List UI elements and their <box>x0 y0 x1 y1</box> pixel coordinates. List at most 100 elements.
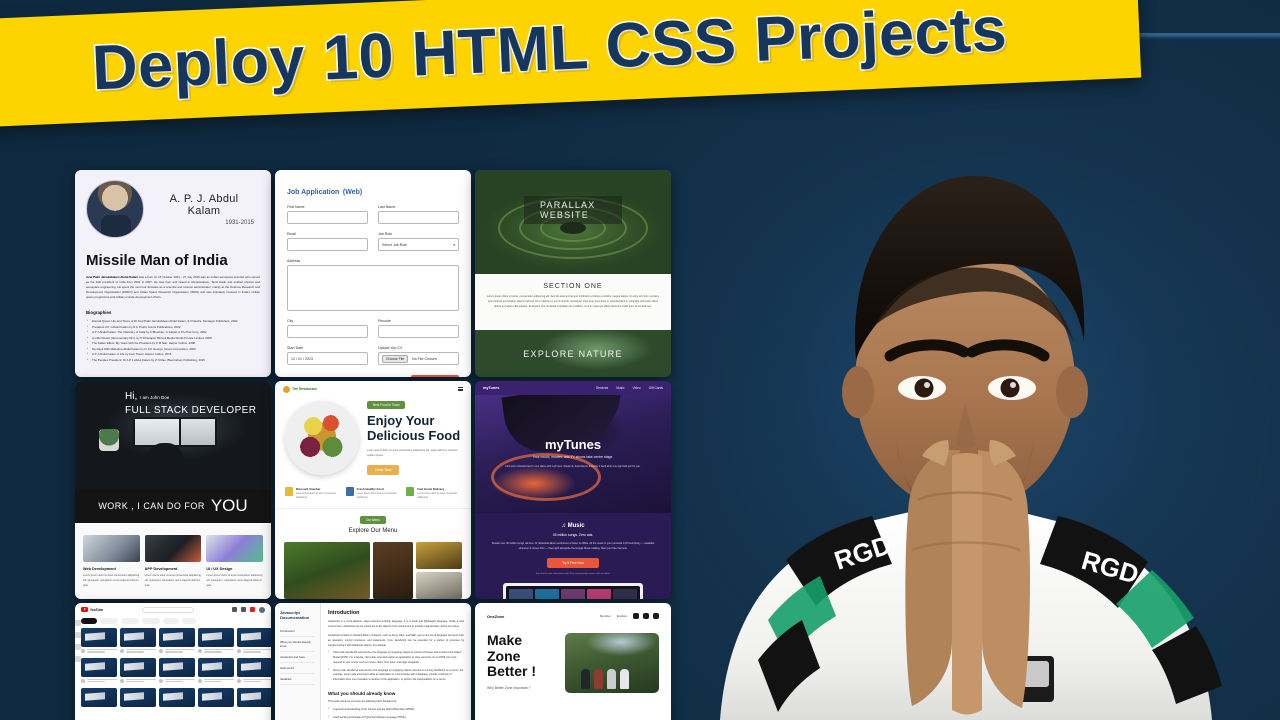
video-title-lines <box>126 649 156 654</box>
job-role-value: Select Job Role <box>382 242 408 247</box>
service-card[interactable]: Web Development Lorem ipsum dolor sit am… <box>83 535 140 593</box>
first-name-input[interactable] <box>287 211 368 224</box>
job-role-select[interactable]: Select Job Role ▾ <box>378 238 459 251</box>
video-card[interactable] <box>159 687 195 707</box>
try-free-button[interactable]: Try It Free Now <box>547 557 599 568</box>
field-first-name: First Name <box>287 205 368 224</box>
hamburger-menu-icon[interactable] <box>458 387 463 391</box>
chip-music[interactable] <box>100 618 118 624</box>
video-card[interactable] <box>81 628 117 654</box>
nav-link-gift-cards[interactable]: Gift Cards <box>649 386 663 390</box>
video-thumbnail <box>237 657 271 677</box>
video-card[interactable] <box>159 657 195 684</box>
restaurant-logo[interactable]: The Restaurant <box>283 385 317 393</box>
restaurant-navbar: The Restaurant <box>275 381 471 397</box>
sidebar-item-javascript-and-java[interactable]: Javascript and Java <box>280 652 315 664</box>
project-card-kalam[interactable]: A. P. J. Abdul Kalam 1931-2015 Missile M… <box>75 170 271 377</box>
choose-file-button[interactable]: Choose File <box>382 354 409 363</box>
apply-now-button[interactable]: Apply Now <box>411 375 459 377</box>
pincode-input[interactable] <box>378 325 459 338</box>
mytunes-device-mockup <box>475 581 671 599</box>
city-input[interactable] <box>287 325 368 338</box>
order-now-button[interactable]: Order Now <box>367 464 400 475</box>
nav-link-services[interactable]: Services <box>596 386 608 390</box>
fresh-food-icon <box>345 487 354 496</box>
service-image <box>144 535 202 562</box>
youtube-logo[interactable]: YouTube <box>81 607 103 612</box>
chip-all[interactable] <box>81 618 97 624</box>
video-card[interactable] <box>81 657 117 684</box>
video-card[interactable] <box>120 687 156 707</box>
start-date-input[interactable]: 12 / 01 / 2023 <box>287 352 368 365</box>
feature-text: Lorem ipsum dolor sit amet consectetur a… <box>417 493 458 500</box>
video-card[interactable] <box>120 657 156 684</box>
chip-coding[interactable] <box>121 618 139 624</box>
sidebar-item-what-you-should-already-know[interactable]: What you should already know <box>280 637 315 653</box>
video-thumbnail <box>159 657 195 677</box>
mytunes-music-section: ♫ Music 45 million songs. Zero ads. Stre… <box>475 513 671 581</box>
project-thumbnail-grid: A. P. J. Abdul Kalam 1931-2015 Missile M… <box>75 170 675 720</box>
onezone-logo[interactable]: OneZone <box>487 614 504 619</box>
project-card-mytunes[interactable]: myTunes Services Music Video Gift Cards … <box>475 381 671 599</box>
nav-link-member[interactable]: Member <box>600 614 611 618</box>
onezone-navbar: OneZone Member Explore <box>487 613 659 619</box>
email-input[interactable] <box>287 238 368 251</box>
video-card[interactable] <box>198 628 234 654</box>
greeting-subtext: I am John Doe <box>140 395 170 400</box>
portfolio-role: FULL STACK DEVELOPER <box>125 405 257 416</box>
service-image <box>83 535 140 562</box>
chef-hat-icon <box>283 385 290 393</box>
video-thumbnail <box>81 687 117 707</box>
apps-grid-icon[interactable] <box>240 607 246 612</box>
video-card[interactable] <box>237 628 271 654</box>
sidebar-item-introduction[interactable]: Introduction <box>280 626 315 638</box>
video-card[interactable] <box>198 687 234 707</box>
nav-link-music[interactable]: Music <box>616 386 624 390</box>
album-tile <box>561 588 585 599</box>
gallery-image <box>416 572 462 599</box>
turntable-decoration <box>491 453 601 501</box>
channel-avatar <box>81 649 85 653</box>
chip-news[interactable] <box>163 618 179 624</box>
video-card[interactable] <box>237 657 271 684</box>
youtube-search-input[interactable] <box>141 606 194 613</box>
nav-link-explore[interactable]: Explore <box>617 614 627 618</box>
project-card-youtube-clone[interactable]: YouTube <box>75 603 271 720</box>
project-card-onezone[interactable]: OneZone Member Explore Make Zone Better … <box>475 603 671 720</box>
create-video-icon[interactable] <box>231 607 237 612</box>
upload-cv-input[interactable]: Choose File No File Chosen <box>378 352 459 365</box>
music-section-text: Stream over 45 million songs, ad-free. O… <box>491 542 655 550</box>
video-title-lines <box>87 649 117 654</box>
plant-decoration <box>99 429 119 451</box>
service-card[interactable]: APP Development Lorem ipsum dolor sit am… <box>144 535 202 593</box>
globe-icon[interactable] <box>633 613 639 619</box>
nav-link-video[interactable]: Video <box>633 386 641 390</box>
video-card[interactable] <box>120 628 156 654</box>
avatar[interactable] <box>258 606 265 613</box>
project-card-job-application[interactable]: Job Application (Web) First Name Last Na… <box>275 170 471 377</box>
instagram-icon[interactable] <box>653 613 659 619</box>
sidebar-item-variables[interactable]: Variables <box>280 674 315 686</box>
kalam-years: 1931-2015 <box>225 219 254 226</box>
mytunes-logo[interactable]: myTunes <box>483 386 499 390</box>
video-card[interactable] <box>198 657 234 684</box>
project-card-portfolio[interactable]: Hi, I am John Doe FULL STACK DEVELOPER W… <box>75 381 271 599</box>
chip-gaming[interactable] <box>142 618 160 624</box>
twitter-icon[interactable] <box>643 613 649 619</box>
notifications-icon[interactable] <box>249 607 255 612</box>
address-textarea[interactable] <box>287 265 459 311</box>
video-card[interactable] <box>237 687 271 707</box>
job-row-city: City Pincode <box>287 319 459 338</box>
service-card[interactable]: UI / UX Design Lorem ipsum dolor sit ame… <box>206 535 264 593</box>
service-text: Lorem ipsum dolor sit amet consectetur a… <box>144 574 201 587</box>
sidebar-item-hello-world[interactable]: Hello world <box>280 663 315 675</box>
project-card-js-documentation[interactable]: Javascript Documentation Introduction Wh… <box>275 603 471 720</box>
video-card[interactable] <box>159 628 195 654</box>
project-card-parallax[interactable]: PARALLAX WEBSITE SECTION ONE Lorem ipsum… <box>475 170 671 377</box>
chip-live[interactable] <box>182 618 196 624</box>
project-card-restaurant[interactable]: The Restaurant Best Food In Town Enjoy Y… <box>275 381 471 599</box>
last-name-input[interactable] <box>378 211 459 224</box>
video-title-lines <box>243 649 271 654</box>
restaurant-hero-text: Best Food In Town Enjoy Your Delicious F… <box>367 401 461 475</box>
video-card[interactable] <box>81 687 117 707</box>
